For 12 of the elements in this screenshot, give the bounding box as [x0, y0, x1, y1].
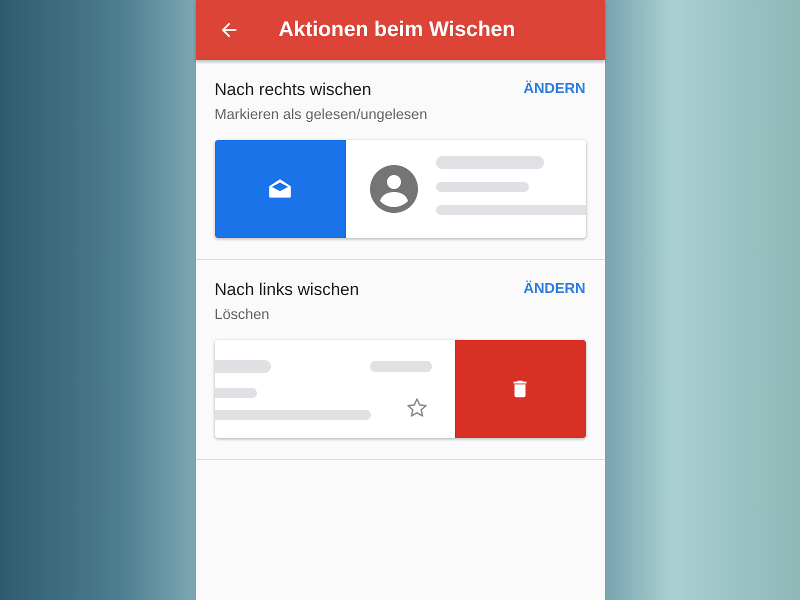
setting-value: Markieren als gelesen/ungelesen — [214, 107, 428, 123]
setting-title: Nach rechts wischen — [214, 80, 372, 100]
skeleton-bar — [214, 360, 270, 373]
skeleton-bar — [370, 361, 432, 372]
change-button[interactable]: ÄNDERN — [523, 281, 586, 297]
screen-title: Aktionen beim Wischen — [278, 18, 516, 42]
setting-value: Löschen — [214, 307, 270, 323]
change-button[interactable]: ÄNDERN — [523, 81, 586, 97]
avatar-icon — [370, 165, 418, 213]
star-icon — [404, 396, 428, 420]
skeleton-bar — [214, 388, 256, 398]
setting-title: Nach links wischen — [214, 280, 360, 300]
